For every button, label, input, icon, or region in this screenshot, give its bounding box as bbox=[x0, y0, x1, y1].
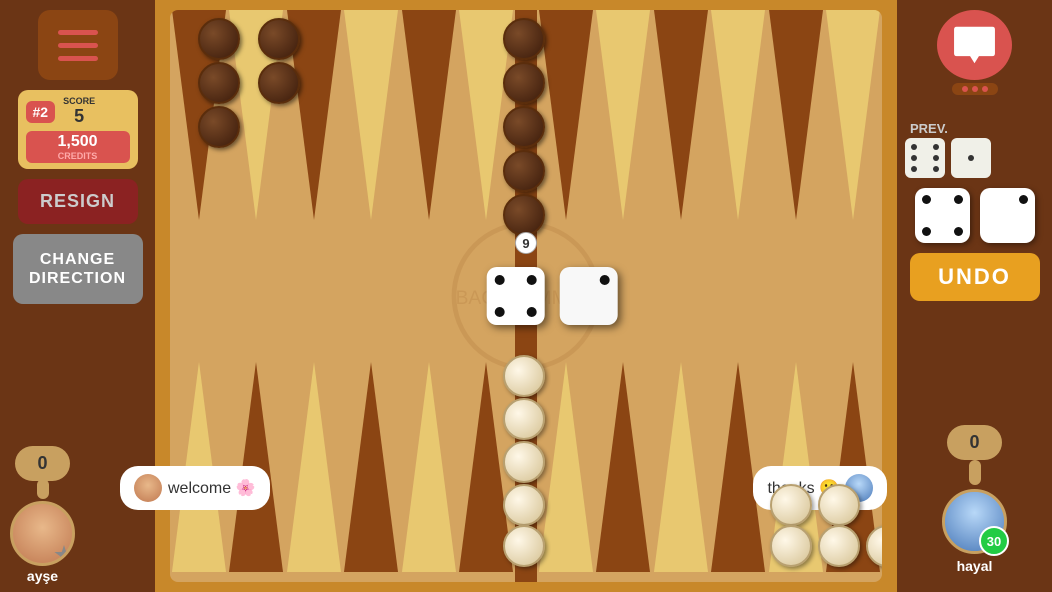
score-label: SCORE bbox=[63, 96, 95, 106]
tri-t4 bbox=[344, 10, 398, 220]
undo-button[interactable]: UNDO bbox=[910, 253, 1040, 301]
checker-dark-1[interactable] bbox=[198, 18, 240, 60]
tri-t8 bbox=[596, 10, 650, 220]
tri-b4 bbox=[344, 362, 398, 572]
timer-value: 30 bbox=[987, 534, 1001, 549]
d5 bbox=[911, 166, 917, 172]
credits-label: CREDITS bbox=[30, 151, 126, 161]
tri-t7 bbox=[539, 10, 593, 220]
score-connector bbox=[969, 460, 981, 485]
player1-chat-text: welcome 🌸 bbox=[168, 478, 256, 498]
tri-t5 bbox=[402, 10, 456, 220]
hamburger-line-3 bbox=[58, 56, 98, 61]
checker-light-9[interactable] bbox=[818, 525, 860, 567]
tri-b8 bbox=[596, 362, 650, 572]
dot-3 bbox=[982, 86, 988, 92]
current-die-1 bbox=[915, 188, 970, 243]
rank-badge: #2 bbox=[26, 101, 56, 123]
board-die-2 bbox=[560, 267, 618, 325]
player1-score-bubble: 0 bbox=[15, 446, 70, 481]
tri-t10 bbox=[711, 10, 765, 220]
resign-button[interactable]: RESIGN bbox=[18, 179, 138, 224]
checker-dark-2[interactable] bbox=[198, 62, 240, 104]
player1-avatar bbox=[10, 501, 75, 566]
d4 bbox=[933, 155, 939, 161]
checker-dark-4[interactable] bbox=[258, 18, 300, 60]
chat-button[interactable] bbox=[937, 10, 1012, 80]
score-value: 5 bbox=[74, 106, 84, 127]
board-die-1 bbox=[487, 267, 545, 325]
current-die-2 bbox=[980, 188, 1035, 243]
player1-mini-avatar bbox=[134, 474, 162, 502]
checker-dark-10[interactable] bbox=[503, 194, 545, 236]
checker-light-8[interactable] bbox=[818, 484, 860, 526]
tri-t9 bbox=[654, 10, 708, 220]
checker-light-3[interactable] bbox=[503, 441, 545, 483]
board-dice bbox=[487, 267, 618, 325]
prev-die-2 bbox=[951, 138, 991, 178]
checker-dark-3[interactable] bbox=[198, 106, 240, 148]
prev-label: PREV. bbox=[910, 121, 948, 136]
menu-button[interactable] bbox=[38, 10, 118, 80]
tri-t11 bbox=[769, 10, 823, 220]
tri-b5 bbox=[402, 362, 456, 572]
player1-score: 0 bbox=[37, 453, 47, 474]
checker-dark-7[interactable] bbox=[503, 62, 545, 104]
dot-1 bbox=[962, 86, 968, 92]
hamburger-line-1 bbox=[58, 30, 98, 35]
player2-name: hayal bbox=[957, 558, 993, 574]
score-connector-1 bbox=[37, 479, 49, 499]
board-inner: BACKGAMMON 9 bbox=[170, 10, 882, 582]
tri-b3 bbox=[287, 362, 341, 572]
prev-dice-row bbox=[905, 138, 1044, 178]
player1-name: ayşe bbox=[27, 568, 58, 584]
d2 bbox=[933, 144, 939, 150]
dots-badge bbox=[952, 83, 998, 95]
game-board: BACKGAMMON 9 bbox=[155, 0, 897, 592]
checker-dark-6[interactable] bbox=[503, 18, 545, 60]
player1-area: 0 ayşe bbox=[10, 446, 75, 584]
change-direction-button[interactable]: CHANGE DIRECTION bbox=[13, 234, 143, 304]
credits-value: 1,500 bbox=[57, 133, 97, 150]
player2-score-bubble: 0 bbox=[947, 425, 1002, 460]
score-box: #2 SCORE 5 1,500 CREDITS bbox=[18, 90, 138, 169]
checker-light-6[interactable] bbox=[770, 484, 812, 526]
dot-2 bbox=[972, 86, 978, 92]
d3 bbox=[911, 155, 917, 161]
d6 bbox=[933, 166, 939, 172]
current-dice-row bbox=[915, 188, 1035, 243]
player1-chat-bubble: welcome 🌸 bbox=[120, 466, 270, 510]
chat-icon bbox=[952, 25, 997, 65]
right-panel: PREV. bbox=[897, 0, 1052, 592]
player2-score: 0 bbox=[969, 432, 979, 453]
hamburger-line-2 bbox=[58, 43, 98, 48]
checker-light-5[interactable] bbox=[503, 525, 545, 567]
checker-dark-5[interactable] bbox=[258, 62, 300, 104]
checker-dark-8[interactable] bbox=[503, 106, 545, 148]
checker-light-2[interactable] bbox=[503, 398, 545, 440]
credits-row: 1,500 CREDITS bbox=[26, 131, 130, 163]
d1 bbox=[911, 144, 917, 150]
checker-light-4[interactable] bbox=[503, 484, 545, 526]
timer-circle: 30 bbox=[979, 526, 1009, 556]
checker-light-7[interactable] bbox=[770, 525, 812, 567]
tri-b9 bbox=[654, 362, 708, 572]
tri-b7 bbox=[539, 362, 593, 572]
prev-die-1 bbox=[905, 138, 945, 178]
tri-b10 bbox=[711, 362, 765, 572]
checker-dark-9[interactable] bbox=[503, 150, 545, 192]
player2-avatar: 30 bbox=[942, 489, 1007, 554]
checker-count-9: 9 bbox=[515, 232, 537, 254]
tri-t12 bbox=[826, 10, 880, 220]
checker-light-1[interactable] bbox=[503, 355, 545, 397]
